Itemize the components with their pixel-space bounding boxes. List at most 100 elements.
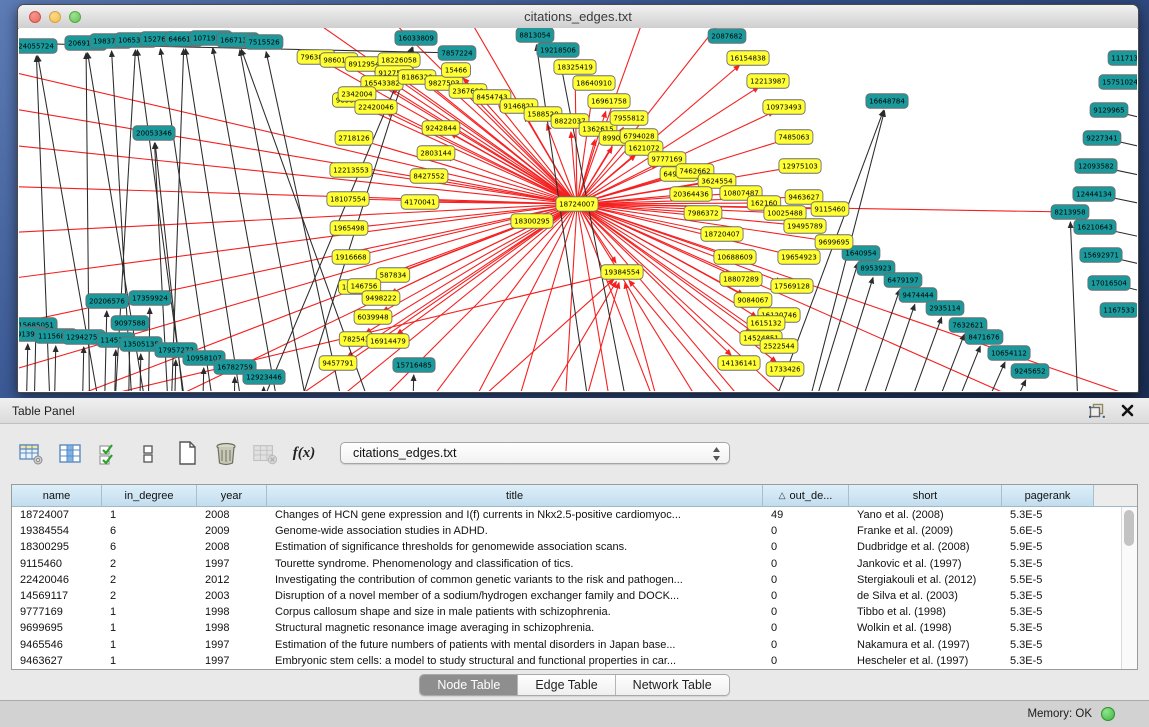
table-cell[interactable]: 1 [102,606,197,618]
network-node[interactable]: 18226058 [378,53,420,68]
network-node[interactable]: 8427552 [410,169,448,184]
table-cell[interactable]: Nakamura et al. (1997) [849,639,1002,651]
table-cell[interactable]: 2009 [197,525,267,537]
table-cell[interactable]: Corpus callosum shape and size in male p… [267,606,763,618]
table-cell[interactable]: de Silva et al. (2003) [849,590,1002,602]
network-node[interactable]: 9084067 [734,293,772,308]
table-cell[interactable]: 19384554 [12,525,102,537]
table-cell[interactable]: 5.3E-5 [1002,606,1094,618]
network-node[interactable]: 7857224 [438,46,476,61]
table-cell[interactable]: 5.3E-5 [1002,655,1094,667]
table-cell[interactable]: Jankovic et al. (1997) [849,558,1002,570]
table-cell[interactable]: 5.5E-5 [1002,574,1094,586]
table-cell[interactable]: 1997 [197,655,267,667]
table-cell[interactable]: 0 [763,541,849,553]
table-cell[interactable]: Genome-wide association studies in ADHD. [267,525,763,537]
table-selector[interactable]: citations_edges.txt [340,442,730,464]
table-cell[interactable]: 5.9E-5 [1002,541,1094,553]
network-node[interactable]: 2342004 [338,87,376,102]
show-columns-icon[interactable] [57,440,83,466]
network-node[interactable]: 15751024 [1099,75,1137,90]
column-header-pagerank[interactable]: pagerank [1002,485,1094,506]
network-node[interactable]: 16961758 [588,94,630,109]
network-node[interactable]: 16648784 [866,94,908,109]
network-node[interactable]: 1117132 [1108,51,1137,66]
network-node[interactable]: 2935114 [926,301,964,316]
table-cell[interactable]: Wolkin et al. (1998) [849,622,1002,634]
table-row[interactable]: 977716911998Corpus callosum shape and si… [12,604,1137,620]
network-node[interactable]: 12923446 [243,370,285,385]
network-node[interactable]: 7485063 [775,130,813,145]
new-document-icon[interactable] [174,440,200,466]
table-cell[interactable]: 2003 [197,590,267,602]
table-cell[interactable]: Investigating the contribution of common… [267,574,763,586]
network-node[interactable]: 18300295 [511,214,553,229]
network-node[interactable]: 6479197 [884,273,922,288]
table-cell[interactable]: 0 [763,558,849,570]
network-node[interactable]: 20364436 [670,187,712,202]
network-node[interactable]: 18325419 [554,60,596,75]
table-row[interactable]: 946554611997Estimation of the future num… [12,637,1137,653]
column-header-year[interactable]: year [197,485,267,506]
network-node[interactable]: 19495789 [784,219,826,234]
network-node[interactable]: 17569128 [771,279,813,294]
table-panel-header[interactable]: Table Panel [0,398,1149,424]
table-cell[interactable]: 5.3E-5 [1002,558,1094,570]
network-node[interactable]: 18640910 [573,76,615,91]
table-row[interactable]: 1830029562008Estimation of significance … [12,539,1137,555]
table-cell[interactable]: Franke et al. (2009) [849,525,1002,537]
table-cell[interactable]: 1997 [197,639,267,651]
memory-ok-indicator-icon[interactable] [1101,707,1115,721]
table-cell[interactable]: 49 [763,509,849,521]
table-cell[interactable]: 18724007 [12,509,102,521]
network-node[interactable]: 7515526 [245,35,283,50]
table-row[interactable]: 1872400712008Changes of HCN gene express… [12,507,1137,523]
network-node[interactable]: 7955812 [610,111,648,126]
network-node[interactable]: 15466 [442,63,471,78]
table-cell[interactable]: 9465546 [12,639,102,651]
network-node[interactable]: 9129965 [1090,103,1128,118]
table-cell[interactable]: 6 [102,525,197,537]
table-cell[interactable]: 5.6E-5 [1002,525,1094,537]
network-node[interactable]: 1733426 [766,362,804,377]
table-row[interactable]: 946362711997Embryonic stem cells: a mode… [12,653,1137,669]
network-canvas[interactable]: 2405572420691406198371711065328715276026… [19,28,1137,391]
table-cell[interactable]: 5.3E-5 [1002,590,1094,602]
network-node[interactable]: 9227341 [1083,131,1121,146]
network-node[interactable]: 9115460 [811,202,849,217]
network-node[interactable]: 18720407 [701,227,743,242]
column-header-out_de[interactable]: △out_de... [763,485,849,506]
network-node[interactable]: 6039948 [354,310,392,325]
clear-selection-icon[interactable] [135,440,161,466]
network-view-window[interactable]: citations_edges.txt 24055724206914061983… [17,4,1139,393]
network-node[interactable]: 15716485 [393,358,435,373]
table-cell[interactable]: 1 [102,622,197,634]
table-cell[interactable]: 0 [763,606,849,618]
network-node[interactable]: 18107554 [327,192,369,207]
network-node[interactable]: 12093582 [1075,159,1117,174]
table-row[interactable]: 969969511998Structural magnetic resonanc… [12,620,1137,636]
table-cell[interactable]: 9699695 [12,622,102,634]
table-cell[interactable]: Yano et al. (2008) [849,509,1002,521]
table-cell[interactable]: 0 [763,622,849,634]
network-node[interactable]: 1167533 [1100,303,1137,318]
table-cell[interactable]: Structural magnetic resonance image aver… [267,622,763,634]
float-panel-icon[interactable] [1087,402,1107,420]
tab-node-table[interactable]: Node Table [420,675,518,695]
network-window-titlebar[interactable]: citations_edges.txt [18,5,1138,29]
network-node[interactable]: 18807289 [720,272,762,287]
network-node[interactable]: 16154838 [727,51,769,66]
table-cell[interactable]: Estimation of significance thresholds fo… [267,541,763,553]
network-node[interactable]: 12444134 [1073,187,1115,202]
table-settings-icon[interactable] [18,440,44,466]
table-cell[interactable]: 2008 [197,541,267,553]
network-node[interactable]: 7986372 [684,206,722,221]
table-cell[interactable]: 5.3E-5 [1002,622,1094,634]
network-node[interactable]: 20206576 [86,294,128,309]
network-node[interactable]: 14136141 [718,356,760,371]
tab-network-table[interactable]: Network Table [616,675,729,695]
table-cell[interactable]: 1998 [197,606,267,618]
network-node[interactable]: 9242844 [422,121,460,136]
table-cell[interactable]: 1 [102,655,197,667]
network-node[interactable]: 8471676 [965,330,1003,345]
